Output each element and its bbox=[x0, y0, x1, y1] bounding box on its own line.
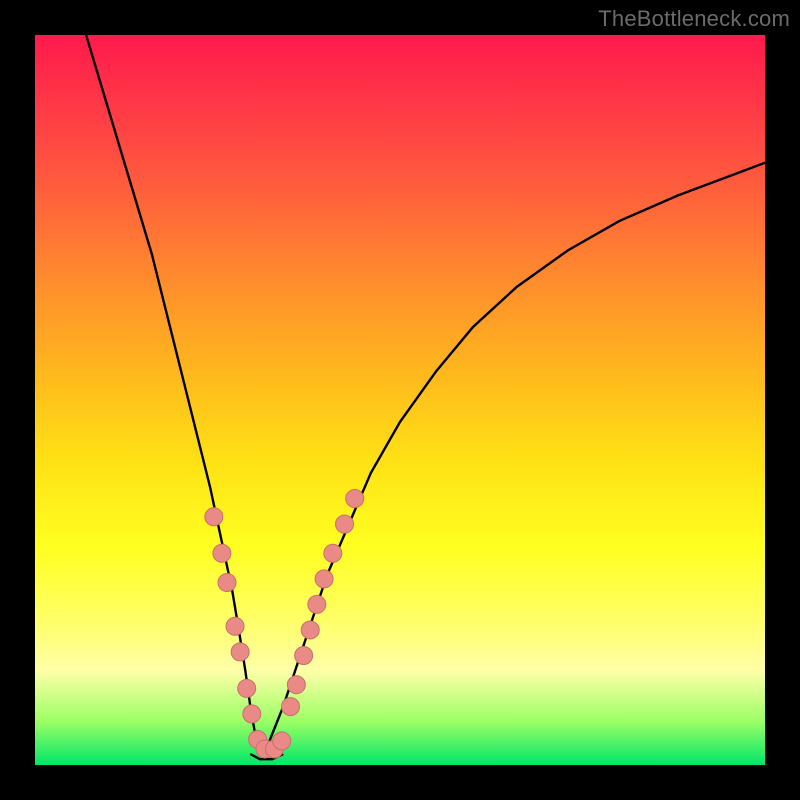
marker-group bbox=[205, 490, 364, 758]
data-marker bbox=[301, 621, 319, 639]
data-marker bbox=[282, 698, 300, 716]
data-marker bbox=[231, 643, 249, 661]
chart-frame: TheBottleneck.com bbox=[0, 0, 800, 800]
watermark-text: TheBottleneck.com bbox=[598, 6, 790, 32]
data-marker bbox=[226, 617, 244, 635]
plot-area bbox=[35, 35, 765, 765]
data-marker bbox=[315, 570, 333, 588]
data-marker bbox=[213, 544, 231, 562]
data-marker bbox=[205, 508, 223, 526]
data-marker bbox=[287, 676, 305, 694]
data-marker bbox=[336, 515, 354, 533]
data-marker bbox=[273, 732, 291, 750]
data-marker bbox=[324, 544, 342, 562]
data-marker bbox=[295, 647, 313, 665]
data-marker bbox=[243, 705, 261, 723]
data-marker bbox=[238, 679, 256, 697]
chart-svg bbox=[35, 35, 765, 765]
curve-right-branch bbox=[260, 163, 765, 754]
curve-group bbox=[86, 35, 765, 759]
data-marker bbox=[346, 490, 364, 508]
data-marker bbox=[308, 595, 326, 613]
data-marker bbox=[218, 574, 236, 592]
